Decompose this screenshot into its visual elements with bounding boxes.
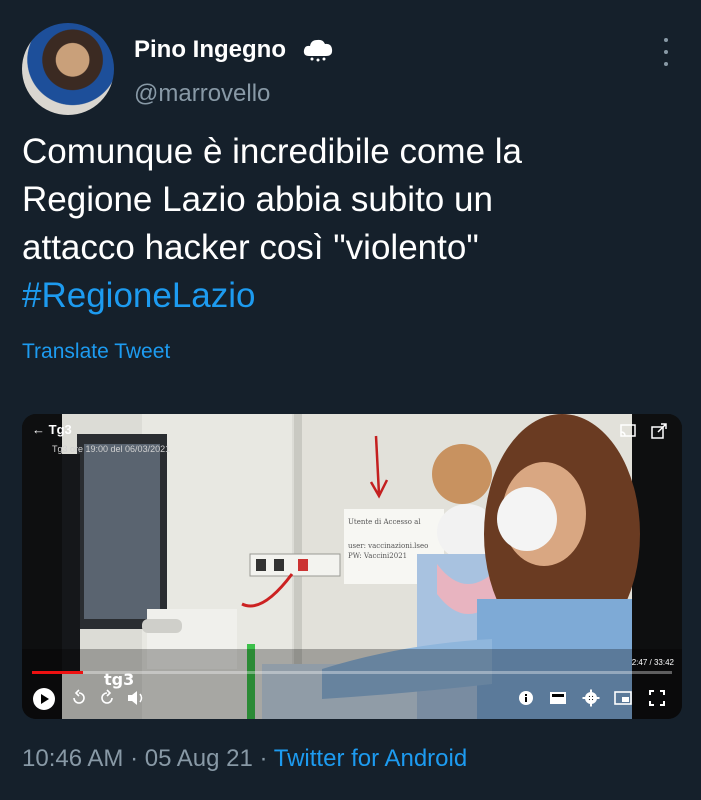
avatar[interactable] xyxy=(22,23,114,115)
tweet-date: 05 Aug 21 xyxy=(144,745,253,772)
handle[interactable]: @marrovello xyxy=(134,80,270,108)
hashtag-link[interactable]: #RegioneLazio xyxy=(22,272,662,320)
tweet-line: Regione Lazio abbia subito un xyxy=(22,180,493,219)
display-name[interactable]: Pino Ingegno xyxy=(134,36,286,64)
cast-icon[interactable] xyxy=(619,423,637,439)
more-options-icon[interactable] xyxy=(658,36,674,68)
fullscreen-icon[interactable] xyxy=(649,690,665,706)
volume-icon[interactable] xyxy=(126,689,146,707)
tweet-line: Comunque è incredibile come la xyxy=(22,132,522,171)
tweet-text: Comunque è incredibile come la Regione L… xyxy=(22,128,662,320)
video-player[interactable]: Utente di Accesso al user: vaccinazioni.… xyxy=(22,414,682,719)
tweet-line: attacco hacker così "violento" xyxy=(22,228,479,267)
tg3-logo: tg3 xyxy=(104,670,135,689)
forward-icon[interactable] xyxy=(98,689,116,707)
note-line: user: vaccinazioni.lseo xyxy=(348,542,428,550)
play-icon[interactable] xyxy=(32,687,56,711)
note-line: PW: Vaccini2021 xyxy=(348,552,407,560)
tweet-time: 10:46 AM xyxy=(22,745,124,772)
separator: · xyxy=(130,745,139,772)
captions-icon[interactable] xyxy=(549,691,567,705)
video-subtitle: Tg3 ore 19:00 del 06/03/2021 xyxy=(52,444,171,454)
channel-label: Tg3 xyxy=(48,422,72,437)
translate-tweet-link[interactable]: Translate Tweet xyxy=(22,340,170,364)
cloud-icon xyxy=(303,39,333,62)
progress-fill xyxy=(32,671,84,674)
settings-gear-icon[interactable] xyxy=(582,689,600,707)
share-icon[interactable] xyxy=(650,422,668,440)
note-line: Utente di Accesso al xyxy=(348,518,421,526)
player-back-nav[interactable]: ← Tg3 xyxy=(32,422,72,437)
rewind-icon[interactable] xyxy=(70,689,88,707)
back-arrow-icon[interactable]: ← xyxy=(32,422,45,437)
separator: · xyxy=(259,745,268,772)
tweet-metadata: 10:46 AM · 05 Aug 21 · Twitter for Andro… xyxy=(22,745,467,773)
info-icon[interactable] xyxy=(518,690,534,706)
miniplayer-icon[interactable] xyxy=(614,691,632,705)
tweet-source-link[interactable]: Twitter for Android xyxy=(274,745,467,772)
video-time: 2:47 / 33:42 xyxy=(631,658,674,667)
